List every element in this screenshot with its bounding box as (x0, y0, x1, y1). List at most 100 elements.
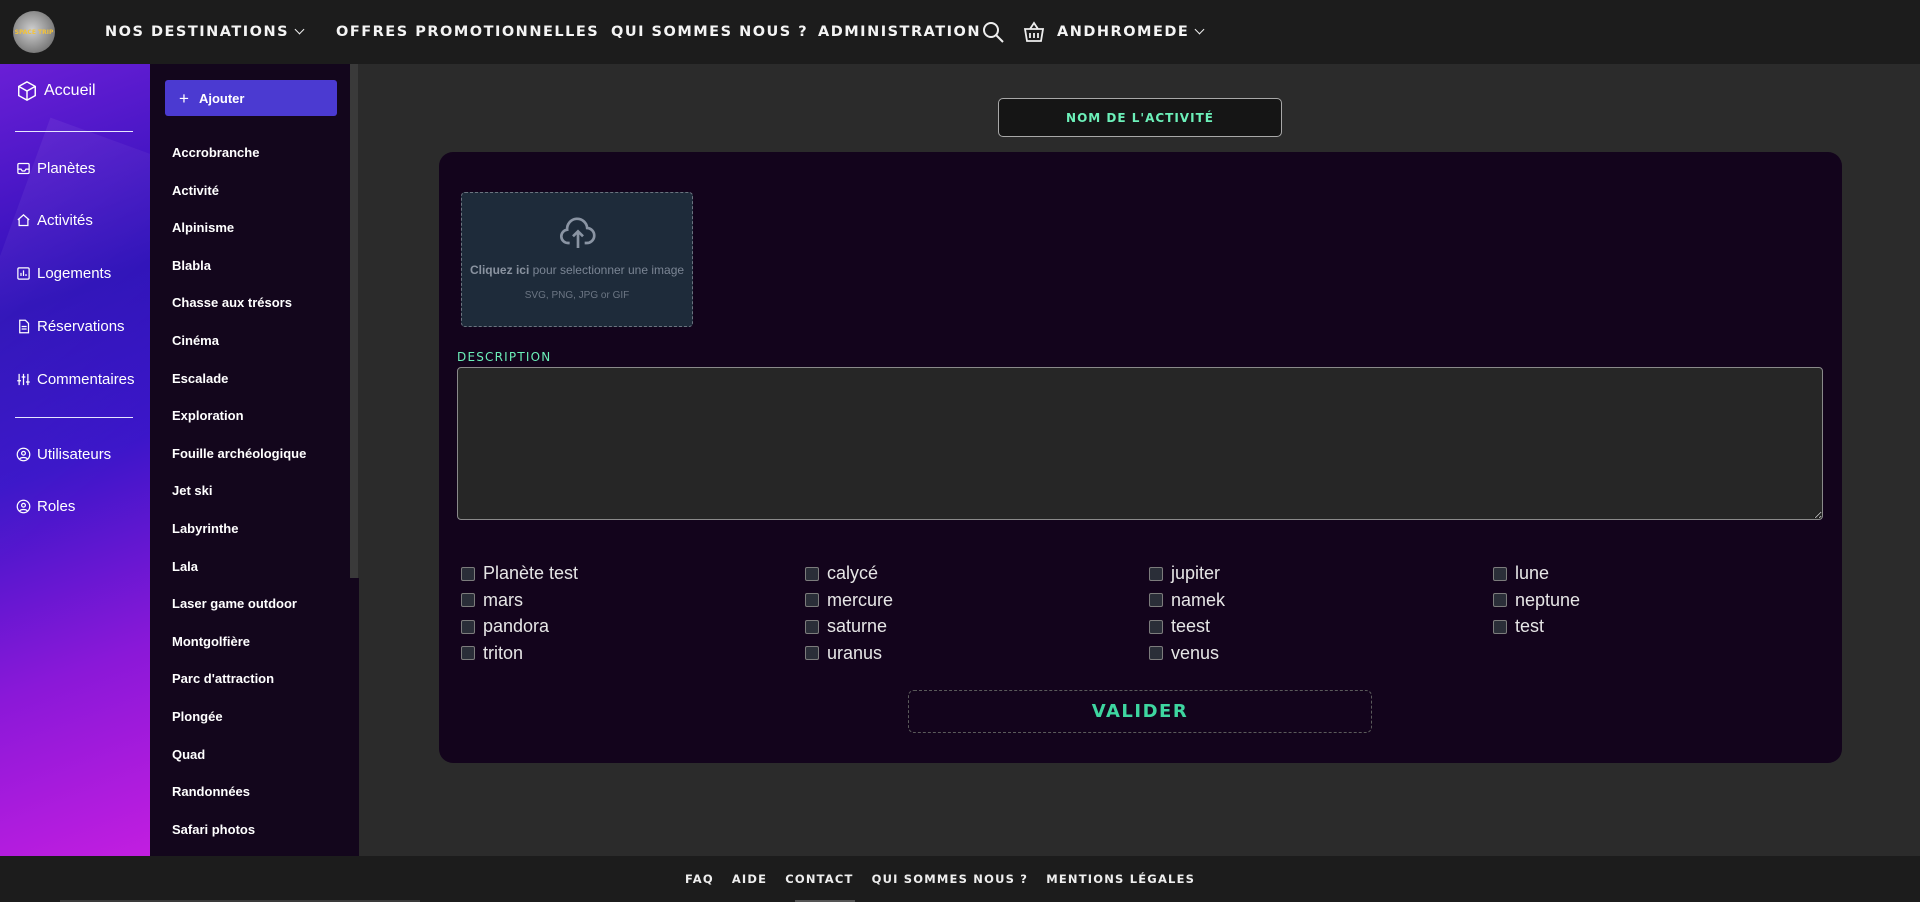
checkbox[interactable] (1149, 646, 1163, 660)
footer-link-faq[interactable]: FAQ (685, 872, 714, 886)
home-icon (17, 214, 30, 227)
planet-checkbox[interactable]: teest (1149, 615, 1493, 638)
chart-icon (17, 267, 30, 280)
planet-checkbox[interactable]: neptune (1493, 589, 1831, 612)
panel-scrollbar[interactable] (350, 64, 358, 578)
checkbox[interactable] (461, 566, 475, 581)
sidebar-item-reservations[interactable]: Réservations (16, 318, 125, 335)
cloud-upload-icon (559, 217, 596, 248)
footer-links: FAQ Aide Contact Qui sommes nous ? Menti… (685, 872, 1195, 886)
planet-label: venus (1171, 642, 1220, 663)
sidebar-item-activites[interactable]: Activités (16, 212, 93, 229)
sidebar-item-roles[interactable]: Roles (16, 498, 75, 515)
sidebar-item-label: Réservations (37, 318, 125, 335)
activity-item[interactable]: Randonnées (172, 782, 306, 820)
checkbox[interactable] (805, 619, 819, 634)
checkbox[interactable] (1149, 593, 1163, 607)
activity-item[interactable]: Jet ski (172, 481, 306, 519)
activity-item[interactable]: Fouille archéologique (172, 444, 306, 482)
nav-destinations-label: Nos destinations (105, 24, 290, 40)
planet-checkbox[interactable]: venus (1149, 642, 1493, 665)
activity-item[interactable]: Plongée (172, 707, 306, 745)
checkbox[interactable] (1149, 566, 1163, 581)
planet-checkbox[interactable]: lune (1493, 562, 1831, 585)
upload-click-text: Cliquez ici (469, 263, 530, 277)
sidebar-item-commentaires[interactable]: Commentaires (16, 371, 135, 388)
inbox-icon (17, 162, 30, 175)
checkbox[interactable] (461, 593, 475, 607)
activity-item[interactable]: Accrobranche (172, 143, 306, 181)
sidebar-item-accueil[interactable]: Accueil (16, 80, 96, 102)
activity-item[interactable]: Quad (172, 745, 306, 783)
checkbox[interactable] (805, 646, 819, 660)
activity-item[interactable]: Alpinisme (172, 218, 306, 256)
sidebar-item-logements[interactable]: Logements (16, 265, 111, 282)
upload-instruction: Cliquez ici pour selectionner une image (462, 263, 692, 277)
planet-label: saturne (827, 616, 888, 636)
nav-administration[interactable]: Administration (818, 0, 981, 64)
image-upload-dropzone[interactable]: Cliquez ici pour selectionner une image … (461, 192, 693, 327)
planet-checkbox[interactable]: test (1493, 615, 1831, 638)
planet-checkbox-grid: Planète test calycé jupiter lune mars me… (461, 562, 1831, 665)
checkbox[interactable] (1149, 619, 1163, 634)
checkbox[interactable] (805, 566, 819, 581)
activity-item[interactable]: Laser game outdoor (172, 594, 306, 632)
footer-link-contact[interactable]: Contact (785, 872, 853, 886)
description-textarea[interactable] (457, 367, 1823, 520)
planet-checkbox[interactable]: Planète test (461, 562, 805, 585)
footer-link-qui[interactable]: Qui sommes nous ? (872, 872, 1029, 886)
checkbox[interactable] (461, 619, 475, 634)
nav-offres[interactable]: Offres promotionnelles (336, 0, 599, 64)
activity-item[interactable]: Chasse aux trésors (172, 293, 306, 331)
nav-admin-label: Administration (818, 24, 981, 40)
search-icon[interactable] (981, 20, 1005, 48)
site-logo[interactable]: SPACE TRIP (13, 11, 55, 53)
activity-item[interactable]: Blabla (172, 256, 306, 294)
submit-button[interactable]: Valider (908, 690, 1372, 733)
logo-text: SPACE TRIP (14, 28, 54, 36)
sidebar-item-label: Utilisateurs (37, 446, 112, 463)
activity-item[interactable]: Labyrinthe (172, 519, 306, 557)
activity-item[interactable]: Activité (172, 181, 306, 219)
footer-link-mentions[interactable]: Mentions légales (1046, 872, 1195, 886)
add-activity-button[interactable]: + Ajouter (165, 80, 337, 116)
user-menu[interactable]: Andhromede (1057, 0, 1205, 64)
activity-item[interactable]: Escalade (172, 369, 306, 407)
planet-checkbox[interactable]: namek (1149, 589, 1493, 612)
planet-checkbox[interactable]: saturne (805, 615, 1149, 638)
sidebar-item-planetes[interactable]: Planètes (16, 160, 95, 177)
nav-destinations[interactable]: Nos destinations (105, 0, 305, 64)
planet-checkbox[interactable]: uranus (805, 642, 1149, 665)
planet-checkbox[interactable]: pandora (461, 615, 805, 638)
nav-offres-label: Offres promotionnelles (336, 24, 600, 40)
plus-icon: + (179, 88, 189, 108)
checkbox[interactable] (805, 593, 819, 607)
footer-link-aide[interactable]: Aide (732, 872, 767, 886)
sidebar-item-utilisateurs[interactable]: Utilisateurs (16, 446, 111, 463)
activity-item[interactable]: Lala (172, 557, 306, 595)
activity-name-button[interactable]: Nom de l'activité (998, 98, 1282, 137)
planet-checkbox[interactable]: mars (461, 589, 805, 612)
checkbox[interactable] (1493, 593, 1507, 607)
activity-item[interactable]: Exploration (172, 406, 306, 444)
activity-item[interactable]: Safari photos (172, 820, 306, 858)
planet-label: uranus (827, 642, 883, 663)
upload-formats: SVG, PNG, JPG or GIF (524, 290, 630, 301)
sidebar-item-label: Commentaires (37, 371, 135, 388)
planet-label: Planète test (483, 563, 579, 583)
activity-item[interactable]: Parc d'attraction (172, 669, 306, 707)
cube-icon (18, 80, 36, 102)
activity-item[interactable]: Cinéma (172, 331, 306, 369)
nav-qui-sommes-nous[interactable]: Qui sommes nous ? (611, 0, 808, 64)
planet-checkbox[interactable]: mercure (805, 589, 1149, 612)
checkbox[interactable] (1493, 566, 1507, 581)
checkbox[interactable] (1493, 619, 1507, 634)
planet-label: mars (483, 589, 523, 610)
planet-checkbox[interactable]: calycé (805, 562, 1149, 585)
planet-checkbox[interactable]: triton (461, 642, 805, 665)
basket-icon[interactable] (1022, 20, 1046, 48)
planet-checkbox[interactable]: jupiter (1149, 562, 1493, 585)
planet-label: neptune (1515, 589, 1581, 610)
activity-item[interactable]: Montgolfière (172, 632, 306, 670)
checkbox[interactable] (461, 646, 475, 660)
